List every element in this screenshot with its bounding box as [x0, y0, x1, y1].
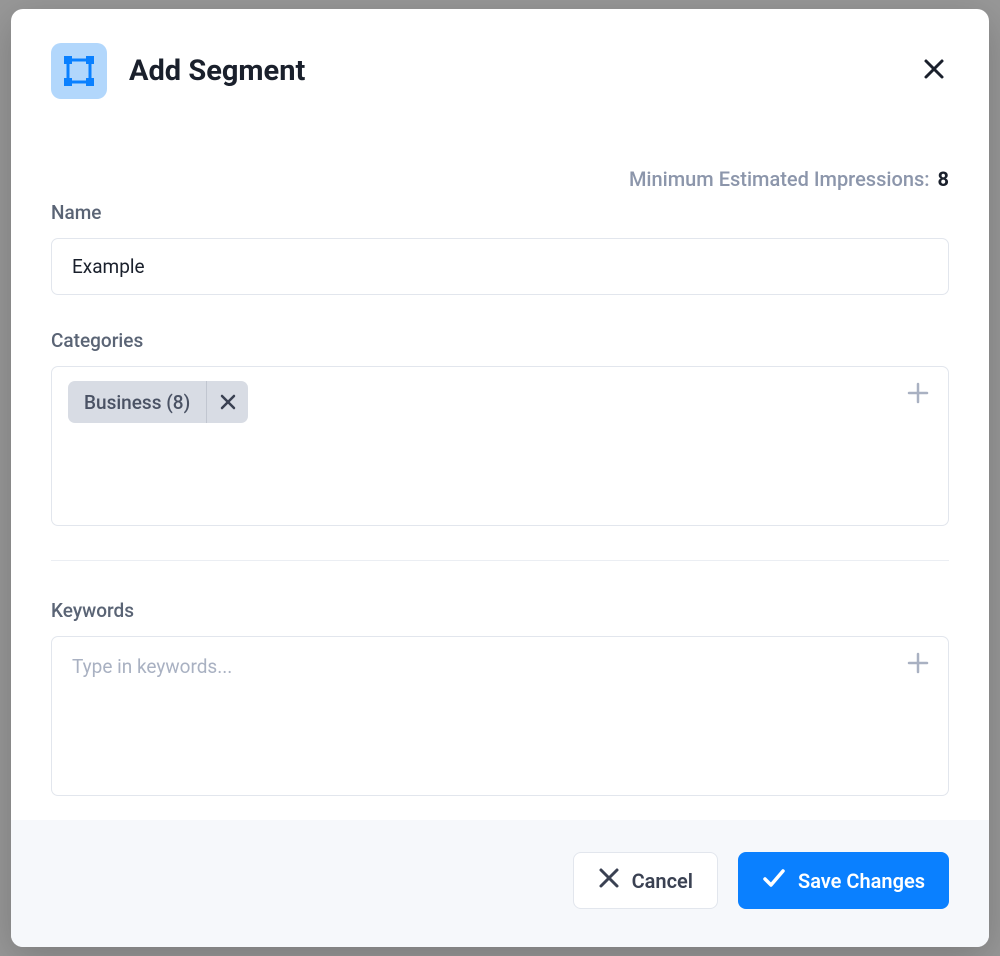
name-field-group: Name [51, 201, 949, 295]
tag-remove-icon[interactable] [206, 381, 248, 423]
categories-field-group: Categories Business (8) [51, 329, 949, 526]
impressions-value: 8 [938, 167, 949, 191]
modal-header: Add Segment [11, 9, 989, 109]
header-left: Add Segment [51, 43, 305, 99]
add-category-icon[interactable] [906, 381, 930, 409]
add-segment-modal: Add Segment Minimum Estimated Impression… [11, 9, 989, 947]
name-input[interactable] [51, 238, 949, 295]
category-tag-label: Business (8) [68, 391, 206, 414]
check-icon [762, 867, 786, 894]
keywords-label: Keywords [51, 599, 949, 622]
segment-icon [51, 43, 107, 99]
section-divider [51, 560, 949, 561]
keywords-input[interactable] [68, 651, 802, 682]
categories-box[interactable]: Business (8) [51, 366, 949, 526]
category-tag: Business (8) [68, 381, 248, 423]
cancel-button[interactable]: Cancel [573, 852, 718, 909]
cancel-icon [598, 867, 620, 894]
modal-body: Minimum Estimated Impressions: 8 Name Ca… [11, 109, 989, 820]
close-icon[interactable] [919, 54, 949, 88]
name-label: Name [51, 201, 949, 224]
save-button[interactable]: Save Changes [738, 852, 949, 909]
categories-label: Categories [51, 329, 949, 352]
modal-footer: Cancel Save Changes [11, 820, 989, 947]
modal-title: Add Segment [129, 54, 305, 88]
keywords-field-group: Keywords [51, 599, 949, 796]
keywords-box[interactable] [51, 636, 949, 796]
impressions-row: Minimum Estimated Impressions: 8 [51, 167, 949, 191]
impressions-label: Minimum Estimated Impressions: [629, 167, 930, 191]
cancel-label: Cancel [632, 869, 693, 893]
save-label: Save Changes [798, 869, 925, 893]
add-keyword-icon[interactable] [906, 651, 930, 679]
